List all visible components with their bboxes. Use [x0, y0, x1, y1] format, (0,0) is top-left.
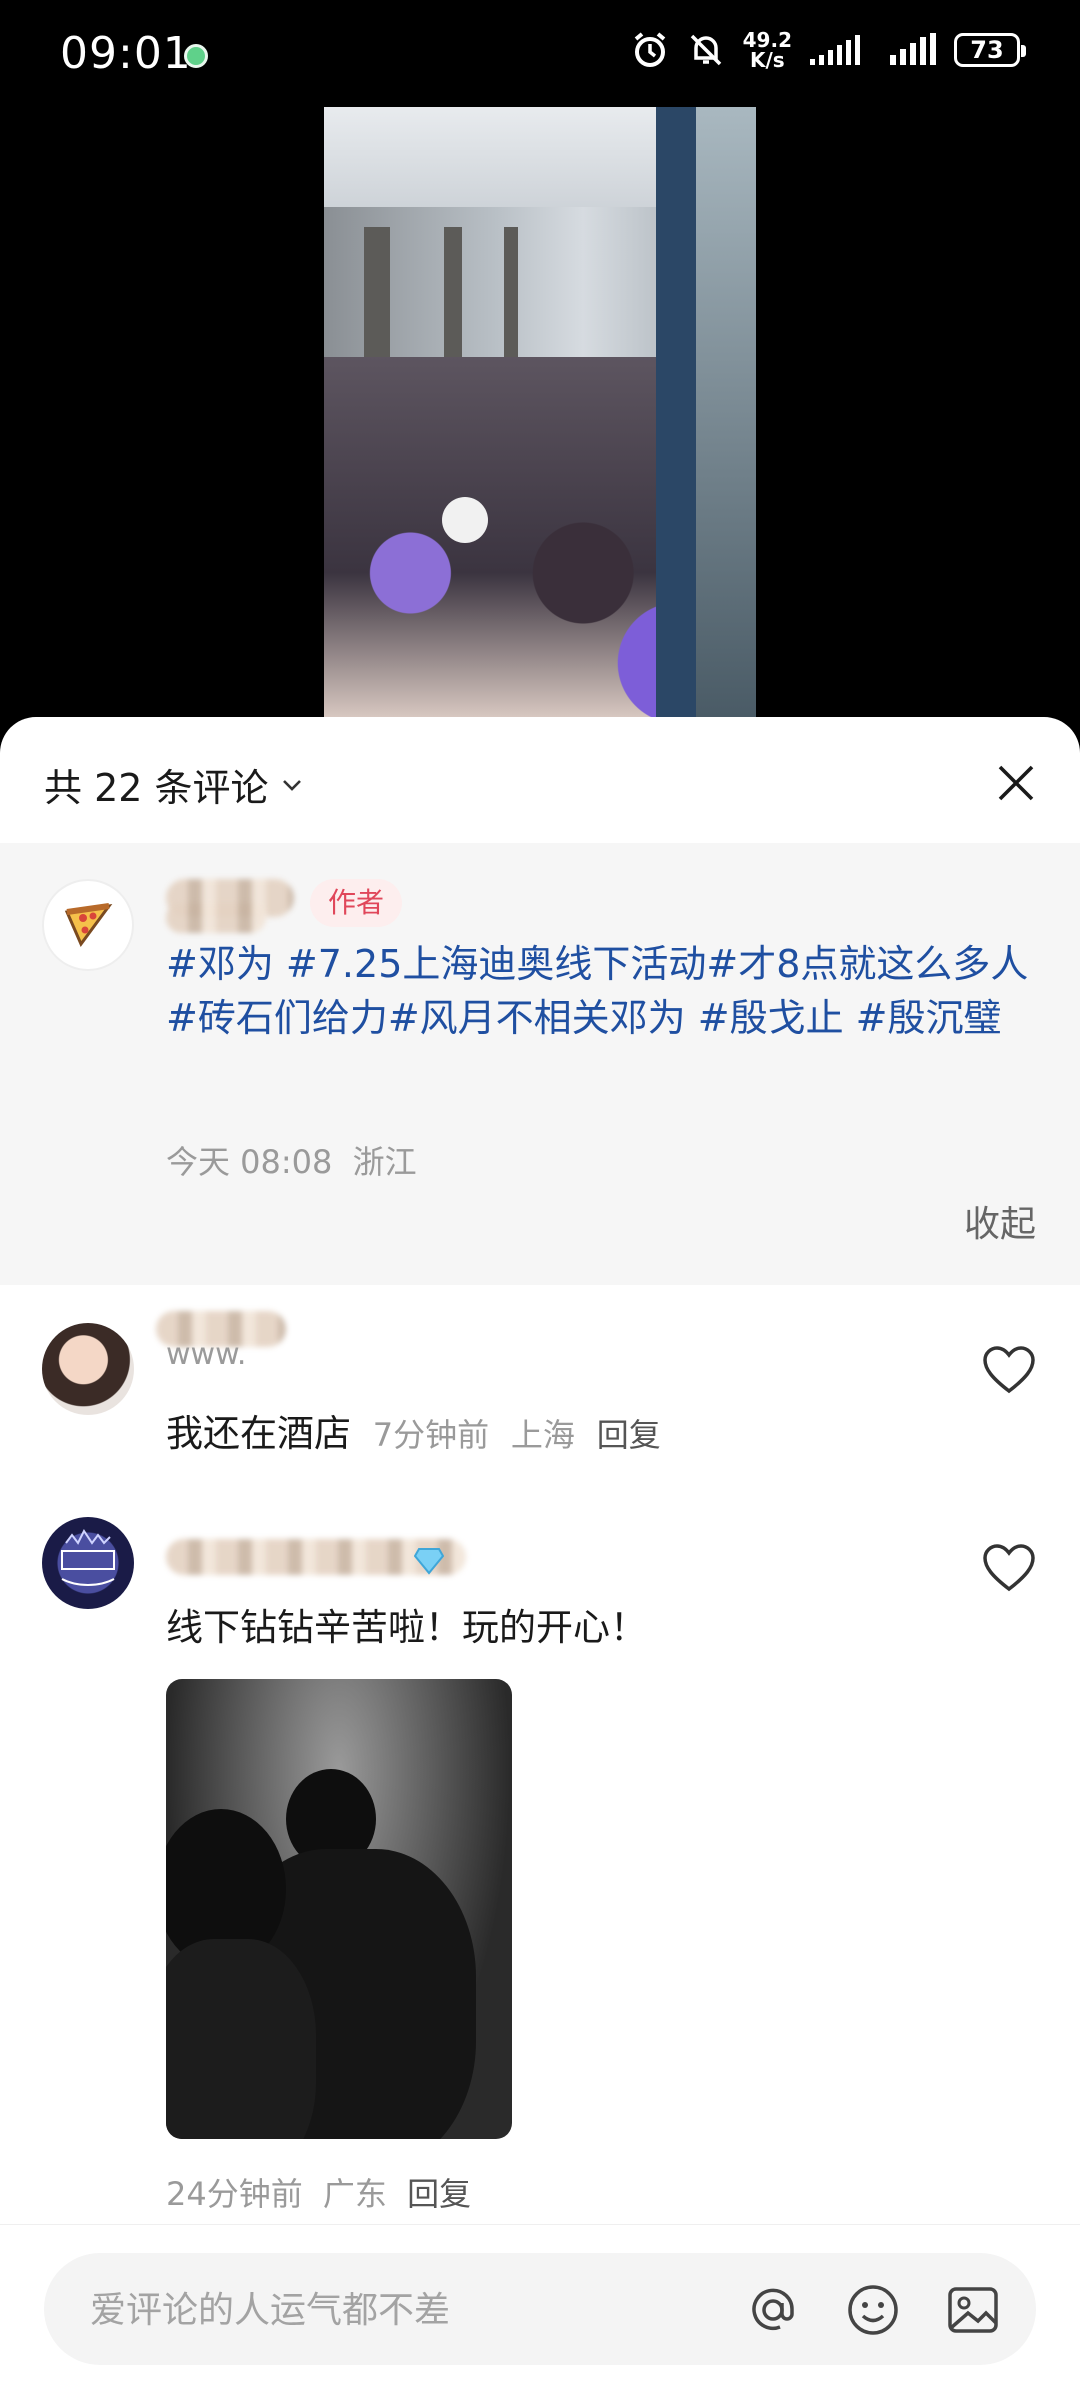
- at-icon[interactable]: [744, 2281, 802, 2339]
- heart-icon[interactable]: [982, 1543, 1036, 1593]
- signal-icon: [810, 35, 860, 65]
- chevron-down-icon: [282, 779, 301, 791]
- comment-count-toggle[interactable]: 共 22 条评论: [44, 757, 303, 812]
- comment-location: 浙江: [352, 1143, 417, 1181]
- comment-text[interactable]: 线下钻钻辛苦啦！玩的开心！: [166, 1597, 647, 1651]
- author-badge: 作者: [310, 879, 403, 927]
- author-comment-text[interactable]: #邓为 #7.25上海迪奥线下活动#才8点就这么多人#砖石们给力#风月不相关邓为…: [166, 937, 1036, 1045]
- signal-icon: [890, 33, 936, 65]
- app-notification-icon: [184, 44, 208, 68]
- comment-time: 24分钟前: [166, 2175, 303, 2213]
- comment-image[interactable]: [166, 1679, 512, 2139]
- comment-time: 今天 08:08: [166, 1143, 333, 1181]
- comment-text[interactable]: 我还在酒店: [166, 1412, 351, 1455]
- close-icon: [998, 765, 1034, 801]
- video-blue-pillar: [656, 107, 696, 717]
- status-bar: 09:01 49.2 K/s 73: [0, 0, 1080, 100]
- comment-location: 广东: [322, 2175, 387, 2213]
- comment-input[interactable]: [88, 2253, 732, 2367]
- pizza-icon: [64, 903, 113, 947]
- diamond-logo-icon: [61, 1529, 115, 1586]
- reply-button[interactable]: 回复: [407, 2175, 471, 2213]
- photo-figure: [166, 1939, 316, 2139]
- comment-text-line: 我还在酒店 7分钟前 上海 回复: [166, 1403, 661, 1457]
- status-time: 09:01: [60, 28, 192, 79]
- status-icons: 49.2 K/s 73: [631, 30, 1026, 70]
- battery-indicator: 73: [954, 33, 1026, 67]
- comment-count: 共 22 条评论: [44, 766, 269, 810]
- comment-sheet: 共 22 条评论 作者 #邓为 #7.25上海迪奥线下活动#才8点就这么多人#砖…: [0, 717, 1080, 2387]
- net-speed: 49.2 K/s: [743, 30, 792, 70]
- author-comment: 作者 #邓为 #7.25上海迪奥线下活动#才8点就这么多人#砖石们给力#风月不相…: [0, 843, 1080, 1285]
- avatar[interactable]: [42, 879, 134, 971]
- username-blurred: [166, 903, 266, 933]
- mute-icon: [690, 34, 721, 66]
- diamond-icon: [414, 1548, 444, 1575]
- reply-button[interactable]: 回复: [597, 1416, 661, 1454]
- close-button[interactable]: [988, 755, 1044, 811]
- video-glass: [696, 107, 756, 717]
- avatar[interactable]: [42, 1517, 134, 1609]
- video-cap: [442, 497, 488, 543]
- comment-item: www. 我还在酒店 7分钟前 上海 回复: [0, 1285, 1080, 1485]
- video-preview[interactable]: [324, 107, 756, 717]
- comment-input-pill: [44, 2253, 1036, 2367]
- author-comment-meta: 今天 08:08 浙江: [166, 1137, 417, 1183]
- comment-input-bar: [0, 2224, 1080, 2387]
- heart-icon[interactable]: [982, 1345, 1036, 1395]
- alarm-icon: [634, 32, 665, 67]
- net-speed-value: 49.2: [742, 28, 792, 52]
- emoji-icon[interactable]: [844, 2281, 902, 2339]
- comment-meta: 24分钟前 广东 回复: [166, 2169, 471, 2215]
- comment-location: 上海: [510, 1416, 575, 1454]
- net-speed-unit: K/s: [749, 48, 785, 72]
- collapse-button[interactable]: 收起: [964, 1195, 1036, 1247]
- comment-time: 7分钟前: [372, 1416, 490, 1454]
- avatar[interactable]: [42, 1323, 134, 1415]
- comment-username[interactable]: www.: [166, 1337, 246, 1372]
- sheet-header: 共 22 条评论: [0, 717, 1080, 843]
- comment-item: 线下钻钻辛苦啦！玩的开心！ 24分钟前 广东 回复: [0, 1485, 1080, 2225]
- image-icon[interactable]: [944, 2281, 1002, 2339]
